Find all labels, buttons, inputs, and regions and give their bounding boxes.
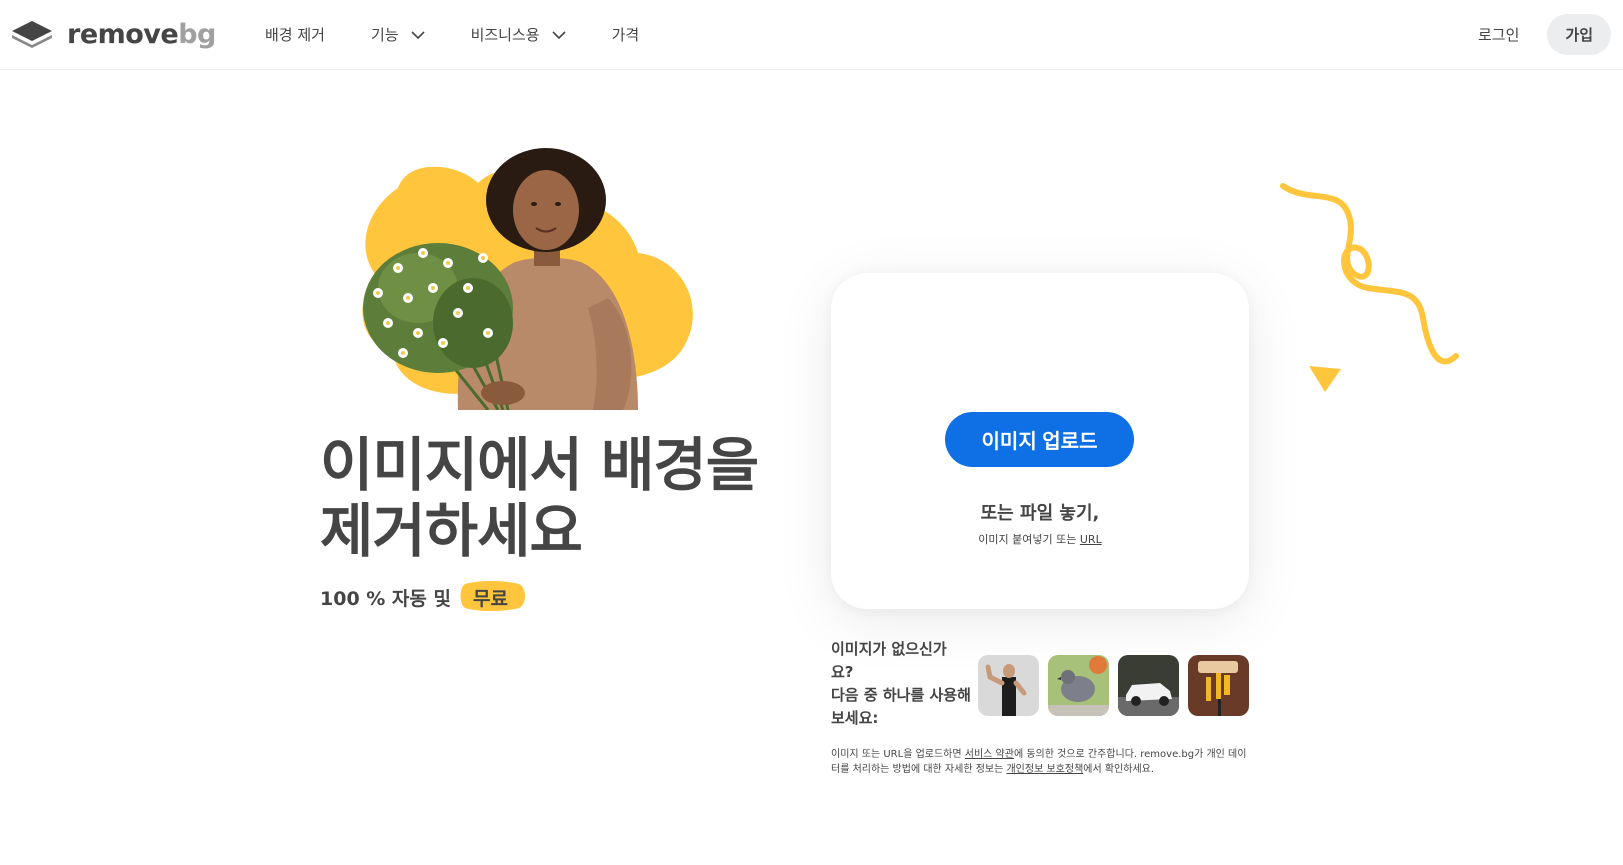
chevron-down-icon [411,25,425,43]
signup-button[interactable]: 가입 [1547,14,1611,55]
terms-link[interactable]: 서비스 약관 [965,749,1014,760]
legal-notice: 이미지 또는 URL을 업로드하면 서비스 약관에 동의한 것으로 간주합니다.… [831,749,1247,775]
drop-file-text: 또는 파일 놓기, [980,503,1100,524]
hero-title-line-1: 이미지에서 배경을 [320,431,759,499]
nav-pricing[interactable]: 가격 [612,22,640,46]
hero-title-line-2: 제거하세요 [320,497,583,565]
paste-hint: 이미지 붙여넣기 또는 URL [978,533,1102,546]
nav-remove-background[interactable]: 배경 제거 [265,22,325,46]
subtitle-text: 100 % 자동 및 [320,588,451,610]
nav-business[interactable]: 비즈니스용 [471,22,566,46]
sample-thumb-woman[interactable] [978,655,1039,716]
free-highlight: 무료 [459,581,525,613]
hero-image [338,148,713,411]
main-nav: 배경 제거 기능 비즈니스용 가격 [265,22,685,46]
top-navbar: removebg 배경 제거 기능 비즈니스용 가격 로그인 가입 [0,0,1623,70]
sample-thumb-car[interactable] [1118,655,1179,716]
squiggle-decoration [1280,183,1459,365]
privacy-link[interactable]: 개인정보 보호정책 [1006,764,1083,775]
logo-text: removebg [67,18,216,50]
triangle-decoration [1309,366,1341,392]
layers-logo-icon [12,21,52,48]
url-link[interactable]: URL [1080,533,1102,546]
hero-title: 이미지에서 배경을 제거하세요 [320,431,759,565]
sample-thumb-pigeon[interactable] [1048,655,1109,716]
samples-prompt: 이미지가 없으신가 요? 다음 중 하나를 사용해 보세요: [831,640,971,727]
nav-features[interactable]: 기능 [371,22,425,46]
sample-images [978,655,1258,716]
auth-actions: 로그인 가입 [1478,14,1611,55]
chevron-down-icon [552,25,566,43]
hero-subtitle: 100 % 자동 및 무료 [320,581,525,613]
sample-thumb-paint-roller[interactable] [1188,655,1249,716]
logo[interactable]: removebg [11,18,216,50]
login-link[interactable]: 로그인 [1478,24,1519,45]
upload-card[interactable]: 이미지 업로드 또는 파일 놓기, 이미지 붙여넣기 또는 URL [831,273,1249,609]
upload-image-button[interactable]: 이미지 업로드 [945,412,1134,467]
